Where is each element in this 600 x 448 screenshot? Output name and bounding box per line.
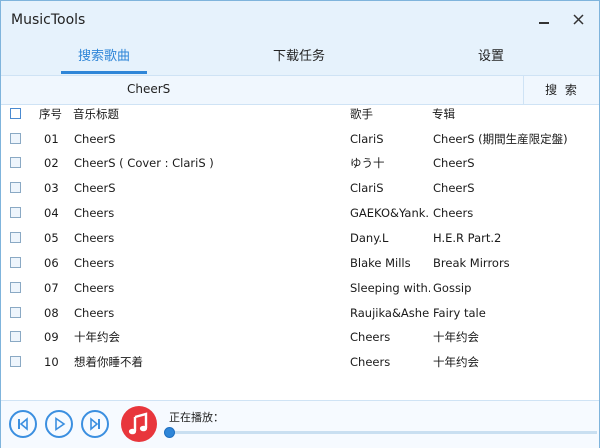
row-artist: GAEKO&Yank... [350, 206, 430, 220]
row-album: Break Mirrors [433, 256, 510, 270]
table-row[interactable]: 06 Cheers Blake Mills Break Mirrors [1, 251, 599, 275]
previous-icon [18, 417, 28, 431]
row-index: 02 [44, 156, 59, 170]
row-checkbox[interactable] [10, 331, 21, 342]
row-album: CheerS [433, 181, 475, 195]
row-album: Cheers [433, 206, 474, 220]
table-row[interactable]: 01 CheerS ClariS CheerS (期間生産限定盤) [1, 127, 599, 151]
music-note-icon [128, 412, 148, 435]
row-title: 十年约会 [74, 330, 120, 344]
row-checkbox[interactable] [10, 232, 21, 243]
row-index: 05 [44, 231, 59, 245]
progress-track[interactable] [169, 431, 597, 434]
table-row[interactable]: 02 CheerS ( Cover : ClariS ) ゆう十 CheerS [1, 151, 599, 175]
row-index: 01 [44, 132, 59, 146]
search-button[interactable]: 搜 索 [523, 76, 600, 104]
row-artist: Cheers [350, 330, 391, 344]
search-input[interactable] [123, 78, 527, 100]
table-row[interactable]: 09 十年约会 Cheers 十年约会 [1, 325, 599, 349]
tab-search-songs[interactable]: 搜索歌曲 [61, 41, 147, 75]
header-index: 序号 [39, 107, 62, 121]
previous-button[interactable] [9, 410, 37, 438]
player-bar: 正在播放： [1, 400, 599, 448]
play-icon [55, 416, 66, 432]
select-all-checkbox[interactable] [10, 108, 21, 119]
progress-handle[interactable] [164, 427, 175, 438]
row-checkbox[interactable] [10, 282, 21, 293]
row-checkbox[interactable] [10, 356, 21, 367]
table-row[interactable]: 07 Cheers Sleeping with... Gossip [1, 276, 599, 300]
tab-bar: 搜索歌曲 下载任务 设置 [1, 41, 599, 75]
table-row[interactable]: 10 想着你睡不着 Cheers 十年约会 [1, 350, 599, 374]
tab-download-tasks[interactable]: 下载任务 [241, 41, 357, 75]
row-artist: Dany.L [350, 231, 389, 245]
row-checkbox[interactable] [10, 133, 21, 144]
close-button[interactable] [567, 9, 589, 31]
row-artist: ゆう十 [350, 156, 385, 170]
row-album: Gossip [433, 281, 472, 295]
row-artist: Blake Mills [350, 256, 411, 270]
close-icon [572, 14, 584, 25]
row-artist: Raujika&Ashe... [350, 306, 430, 320]
row-index: 07 [44, 281, 59, 295]
row-index: 03 [44, 181, 59, 195]
header-album: 专辑 [432, 107, 455, 121]
row-index: 10 [44, 355, 59, 369]
tab-settings[interactable]: 设置 [441, 41, 541, 75]
row-album: 十年约会 [433, 355, 479, 369]
row-artist: Sleeping with... [350, 281, 430, 295]
row-album: CheerS (期間生産限定盤) [433, 132, 568, 146]
app-window: MusicTools 搜索歌曲 下载任务 设置 搜 索 序号 音乐标题 歌手 专… [0, 0, 600, 448]
table-header: 序号 音乐标题 歌手 专辑 [1, 104, 599, 126]
row-index: 06 [44, 256, 59, 270]
table-row[interactable]: 05 Cheers Dany.L H.E.R Part.2 [1, 226, 599, 250]
row-checkbox[interactable] [10, 157, 21, 168]
row-index: 09 [44, 330, 59, 344]
row-album: Fairy tale [433, 306, 486, 320]
row-title: Cheers [74, 206, 115, 220]
row-title: Cheers [74, 256, 115, 270]
row-artist: Cheers [350, 355, 391, 369]
row-album: CheerS [433, 156, 475, 170]
table-row[interactable]: 04 Cheers GAEKO&Yank... Cheers [1, 201, 599, 225]
row-checkbox[interactable] [10, 307, 21, 318]
title-bar[interactable]: MusicTools [1, 1, 599, 41]
row-title: 想着你睡不着 [74, 355, 143, 369]
next-button[interactable] [81, 410, 109, 438]
row-title: CheerS [74, 132, 116, 146]
row-checkbox[interactable] [10, 207, 21, 218]
table-row[interactable]: 03 CheerS ClariS CheerS [1, 176, 599, 200]
row-artist: ClariS [350, 132, 384, 146]
minus-icon [539, 22, 549, 24]
row-title: CheerS ( Cover : ClariS ) [74, 156, 214, 170]
play-button[interactable] [45, 410, 73, 438]
row-checkbox[interactable] [10, 182, 21, 193]
row-album: 十年约会 [433, 330, 479, 344]
row-title: Cheers [74, 281, 115, 295]
now-playing-label: 正在播放： [169, 411, 224, 424]
search-bar: 搜 索 [1, 75, 599, 105]
row-index: 04 [44, 206, 59, 220]
window-title: MusicTools [11, 12, 86, 28]
row-title: CheerS [74, 181, 116, 195]
row-title: Cheers [74, 231, 115, 245]
row-title: Cheers [74, 306, 115, 320]
row-album: H.E.R Part.2 [433, 231, 502, 245]
table-row[interactable]: 08 Cheers Raujika&Ashe... Fairy tale [1, 301, 599, 325]
header-artist: 歌手 [350, 107, 373, 121]
next-icon [90, 417, 100, 431]
row-artist: ClariS [350, 181, 384, 195]
music-logo [121, 406, 157, 442]
minimize-button[interactable] [533, 9, 555, 31]
header-title: 音乐标题 [73, 107, 119, 121]
row-index: 08 [44, 306, 59, 320]
row-checkbox[interactable] [10, 257, 21, 268]
